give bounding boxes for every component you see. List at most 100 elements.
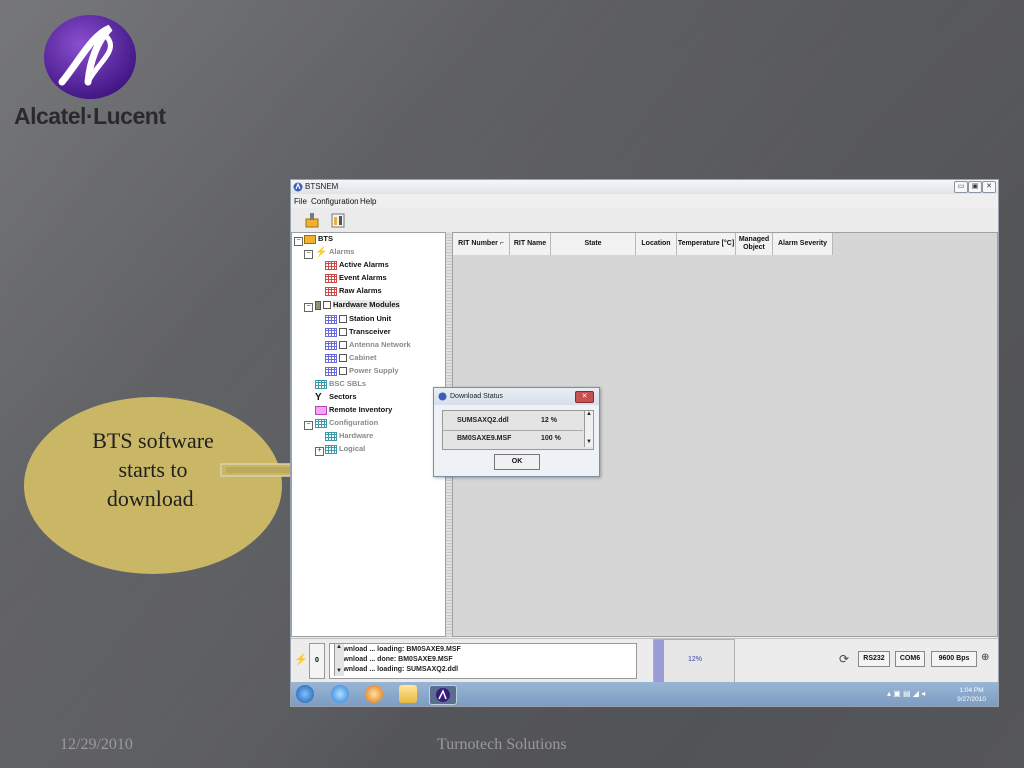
download-status-dialog: Download Status ✕ SUMSAXQ2.ddl 12 % BM0S… [433,387,600,477]
grid-icon [325,314,337,324]
grid-icon [315,379,327,389]
scroll-down-icon: ▼ [586,439,592,445]
progress-fill [654,640,664,682]
checkbox-icon[interactable] [339,367,347,376]
tree-item-raw-alarms[interactable]: Raw Alarms [325,285,382,297]
tree-item-event-alarms[interactable]: Event Alarms [325,272,387,284]
windows-taskbar: ▴ ▣ ▤ ◢ ◂ 1:04 PM 9/27/2010 [291,682,998,706]
tree-item-bsc-sbls[interactable]: BSC SBLs [315,378,366,390]
expand-logical-icon[interactable]: + [315,447,324,456]
sort-icon: ⌐ [499,240,504,247]
restore-button[interactable]: ▣ [968,181,982,193]
grid-icon [325,366,337,376]
column-location[interactable]: Location [636,233,677,255]
refresh-icon[interactable]: ⟳ [839,652,849,666]
logo-emblem-icon [44,15,136,99]
grid-icon [325,286,337,296]
alarm-lightning-icon: ⚡ [294,654,308,666]
minimize-button[interactable]: ▭ [954,181,968,193]
internet-explorer-icon[interactable] [331,685,349,703]
column-state[interactable]: State [551,233,636,255]
column-alarm-severity[interactable]: Alarm Severity [773,233,833,255]
dialog-scrollbar[interactable]: ▲ ▼ [584,411,593,447]
checkbox-icon[interactable] [339,341,347,350]
menu-configuration[interactable]: Configuration [311,197,359,206]
checkbox-icon[interactable] [323,301,331,310]
status-area: ⚡ 0 Download ... loading: BM0SAXE9.MSF D… [291,638,998,683]
tree-item-sectors[interactable]: Y Sectors [315,391,357,403]
log-scrollbar[interactable]: ▲ ▼ [334,644,344,676]
grid-icon [325,340,337,350]
tree-item-alarms[interactable]: ⚡ Alarms [315,246,354,258]
table-header: RIT Number ⌐ RIT Name State Location Tem… [453,233,833,255]
menu-help[interactable]: Help [360,197,376,206]
navigation-tree: − BTS − ⚡ Alarms Active Alarms Event Alar… [291,232,446,637]
media-player-icon[interactable] [365,685,383,703]
tree-item-hardware[interactable]: Hardware [325,430,373,442]
column-rit-name[interactable]: RIT Name [510,233,551,255]
file-percent: 12 % [541,417,557,424]
toolbar [291,208,998,233]
column-rit-number[interactable]: RIT Number ⌐ [453,233,510,255]
app-icon [293,182,303,192]
btsnem-window: BTSNEM ▭ ▣ ✕ File Configuration Help − B… [290,179,999,707]
tree-item-hardware-modules[interactable]: Hardware Modules [315,299,400,311]
menu-file[interactable]: File [294,197,307,206]
collapse-alarms-icon[interactable]: − [304,250,313,259]
scroll-down-icon: ▼ [336,668,342,674]
inventory-tool-icon[interactable] [331,212,345,228]
window-titlebar: BTSNEM ▭ ▣ ✕ [291,180,998,194]
collapse-hardware-icon[interactable]: − [304,303,313,312]
grid-icon [325,431,337,441]
tree-item-remote-inventory[interactable]: Remote Inventory [315,404,392,416]
grid-icon [325,353,337,363]
ok-button[interactable]: OK [494,454,540,470]
checkbox-icon[interactable] [339,354,347,363]
tree-item-power-supply[interactable]: Power Supply [325,365,399,377]
tray-icons[interactable]: ▴ ▣ ▤ ◢ ◂ [887,689,925,698]
checkbox-icon[interactable] [339,315,347,324]
btsnem-taskbar-icon[interactable] [429,685,457,705]
checkbox-icon[interactable] [339,328,347,337]
collapse-bts-icon[interactable]: − [294,237,303,246]
tree-item-active-alarms[interactable]: Active Alarms [325,259,389,271]
link-icon: ⊕ [981,652,990,663]
column-managed-object[interactable]: Managed Object [736,233,773,255]
progress-text: 12% [688,656,703,663]
scroll-up-icon: ▲ [586,411,592,417]
baud-indicator: 9600 Bps [931,651,977,667]
menu-bar: File Configuration Help [291,194,998,208]
tree-item-transceiver[interactable]: Transceiver [325,326,391,338]
column-temperature[interactable]: Temperature [°C] [677,233,736,255]
scroll-up-icon: ▲ [336,644,342,650]
download-progress-bar: 12% [653,639,735,683]
dialog-close-button[interactable]: ✕ [575,391,594,403]
lightning-icon: ⚡ [315,246,328,258]
module-icon [315,300,321,310]
tree-item-bts[interactable]: BTS [304,233,333,245]
tree-item-antenna-network[interactable]: Antenna Network [325,339,411,351]
close-button[interactable]: ✕ [982,181,996,193]
port-indicator: RS232 [858,651,890,667]
collapse-configuration-icon[interactable]: − [304,421,313,430]
system-clock[interactable]: 1:04 PM 9/27/2010 [957,686,986,704]
tree-item-logical[interactable]: Logical [325,443,365,455]
app-icon [438,392,447,401]
footer-company: Turnotech Solutions [437,736,567,753]
dialog-title: Download Status [450,393,503,400]
dialog-titlebar: Download Status ✕ [434,388,599,405]
callout-line-3: download. [106,486,200,511]
antenna-icon: Y [315,391,322,403]
inventory-icon [315,405,327,415]
log-line: Download ... loading: BM0SAXE9.MSF [334,646,461,653]
connect-tool-icon[interactable] [305,212,319,228]
file-name: BM0SAXE9.MSF [457,435,512,442]
download-file-list: SUMSAXQ2.ddl 12 % BM0SAXE9.MSF 100 % ▲ ▼ [442,410,594,450]
tree-item-configuration[interactable]: Configuration [315,417,378,429]
bts-icon [304,234,316,244]
tree-item-cabinet[interactable]: Cabinet [325,352,377,364]
tree-item-station-unit[interactable]: Station Unit [325,313,391,325]
grid-icon [315,418,327,428]
folder-icon[interactable] [399,685,417,703]
start-button-icon[interactable] [296,685,314,703]
